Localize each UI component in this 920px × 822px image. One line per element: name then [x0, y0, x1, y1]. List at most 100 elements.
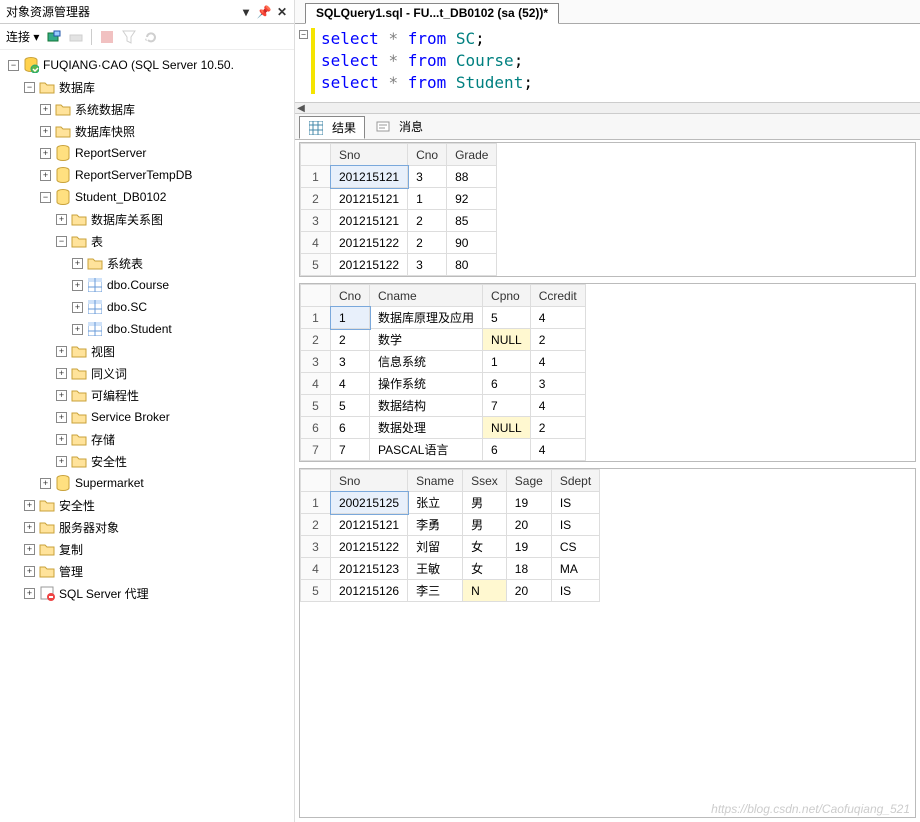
tree-item[interactable]: +视图 [4, 340, 294, 362]
cell[interactable]: 3 [530, 373, 585, 395]
tree-item[interactable]: +dbo.Student [4, 318, 294, 340]
cell[interactable]: 80 [447, 254, 497, 276]
tree-item[interactable]: +同义词 [4, 362, 294, 384]
cell[interactable]: CS [551, 536, 599, 558]
expand-toggle[interactable]: − [40, 192, 51, 203]
cell[interactable]: 2 [530, 329, 585, 351]
cell[interactable]: 201215122 [331, 254, 408, 276]
expand-toggle[interactable]: + [72, 258, 83, 269]
pin-icon[interactable]: 📌 [256, 4, 272, 20]
expand-toggle[interactable]: + [40, 478, 51, 489]
cell[interactable]: 4 [530, 395, 585, 417]
tree-item[interactable]: +服务器对象 [4, 516, 294, 538]
column-header[interactable]: Sno [331, 470, 408, 492]
table-row[interactable]: 2201215121李勇男20IS [301, 514, 600, 536]
column-header[interactable]: Ccredit [530, 285, 585, 307]
tree-item[interactable]: +安全性 [4, 494, 294, 516]
expand-toggle[interactable]: − [8, 60, 19, 71]
object-tree[interactable]: −FUQIANG·CAO (SQL Server 10.50.−数据库+系统数据… [0, 50, 294, 822]
cell[interactable]: 4 [331, 373, 370, 395]
cell[interactable]: 201215121 [331, 514, 408, 536]
code-line[interactable]: select * from Student; [313, 72, 912, 94]
tree-item[interactable]: +存储 [4, 428, 294, 450]
expand-toggle[interactable]: + [40, 148, 51, 159]
cell[interactable]: 数据库原理及应用 [370, 307, 483, 329]
table-row[interactable]: 5201215126李三N20IS [301, 580, 600, 602]
cell[interactable]: 4 [530, 439, 585, 461]
tree-item[interactable]: +dbo.Course [4, 274, 294, 296]
column-header[interactable]: Grade [447, 144, 497, 166]
cell[interactable]: IS [551, 492, 599, 514]
cell[interactable]: 3 [331, 351, 370, 373]
tree-item[interactable]: +数据库关系图 [4, 208, 294, 230]
code-line[interactable]: select * from SC; [313, 28, 912, 50]
cell[interactable]: 数学 [370, 329, 483, 351]
cell[interactable]: IS [551, 580, 599, 602]
cell[interactable]: NULL [483, 329, 531, 351]
tab-results[interactable]: 结果 [299, 116, 365, 139]
cell[interactable]: 20 [506, 580, 551, 602]
table-row[interactable]: 4201215122290 [301, 232, 497, 254]
expand-toggle[interactable]: + [72, 280, 83, 291]
cell[interactable]: 信息系统 [370, 351, 483, 373]
tree-item[interactable]: +系统表 [4, 252, 294, 274]
cell[interactable]: 操作系统 [370, 373, 483, 395]
tree-item[interactable]: −Student_DB0102 [4, 186, 294, 208]
cell[interactable]: 女 [463, 536, 507, 558]
cell[interactable]: 201215121 [331, 166, 408, 188]
cell[interactable]: 201215121 [331, 188, 408, 210]
collapse-icon[interactable]: − [299, 30, 308, 39]
cell[interactable]: 18 [506, 558, 551, 580]
cell[interactable]: 4 [530, 307, 585, 329]
table-row[interactable]: 3201215122刘留女19CS [301, 536, 600, 558]
tree-item[interactable]: +SQL Server 代理 [4, 582, 294, 604]
table-row[interactable]: 55数据结构74 [301, 395, 586, 417]
cell[interactable]: 201215122 [331, 232, 408, 254]
cell[interactable]: 2 [331, 329, 370, 351]
cell[interactable]: NULL [483, 417, 531, 439]
cell[interactable]: 王敏 [408, 558, 463, 580]
table-row[interactable]: 4201215123王敏女18MA [301, 558, 600, 580]
expand-toggle[interactable]: + [24, 566, 35, 577]
table-row[interactable]: 11数据库原理及应用54 [301, 307, 586, 329]
cell[interactable]: 3 [408, 254, 447, 276]
tree-item[interactable]: +Supermarket [4, 472, 294, 494]
expand-toggle[interactable]: + [40, 126, 51, 137]
expand-toggle[interactable]: + [72, 324, 83, 335]
cell[interactable]: IS [551, 514, 599, 536]
tree-item[interactable]: +复制 [4, 538, 294, 560]
cell[interactable]: 2 [530, 417, 585, 439]
cell[interactable]: 7 [331, 439, 370, 461]
cell[interactable]: 张立 [408, 492, 463, 514]
filter-icon[interactable] [120, 28, 138, 46]
code-line[interactable]: select * from Course; [313, 50, 912, 72]
disconnect-icon[interactable] [67, 28, 85, 46]
cell[interactable]: N [463, 580, 507, 602]
cell[interactable]: 201215122 [331, 536, 408, 558]
table-row[interactable]: 5201215122380 [301, 254, 497, 276]
close-icon[interactable]: ✕ [274, 4, 290, 20]
result-grid-1[interactable]: SnoCnoGrade12012151213882201215121192320… [299, 142, 916, 277]
column-header[interactable]: Ssex [463, 470, 507, 492]
dropdown-icon[interactable]: ▾ [238, 4, 254, 20]
cell[interactable]: 4 [530, 351, 585, 373]
expand-toggle[interactable]: + [40, 170, 51, 181]
table-row[interactable]: 1200215125张立男19IS [301, 492, 600, 514]
cell[interactable]: 90 [447, 232, 497, 254]
scroll-left-icon[interactable]: ◀ [295, 102, 307, 114]
expand-toggle[interactable]: + [24, 522, 35, 533]
cell[interactable]: 7 [483, 395, 531, 417]
cell[interactable]: 1 [483, 351, 531, 373]
cell[interactable]: 李三 [408, 580, 463, 602]
tree-item[interactable]: +安全性 [4, 450, 294, 472]
editor-scrollbar[interactable]: ◀ [295, 102, 920, 114]
expand-toggle[interactable]: + [24, 544, 35, 555]
refresh-icon[interactable] [142, 28, 160, 46]
cell[interactable]: 刘留 [408, 536, 463, 558]
column-header[interactable]: Sno [331, 144, 408, 166]
table-row[interactable]: 66数据处理NULL2 [301, 417, 586, 439]
tree-item[interactable]: +数据库快照 [4, 120, 294, 142]
expand-toggle[interactable]: + [24, 500, 35, 511]
cell[interactable]: 6 [331, 417, 370, 439]
cell[interactable]: 20 [506, 514, 551, 536]
